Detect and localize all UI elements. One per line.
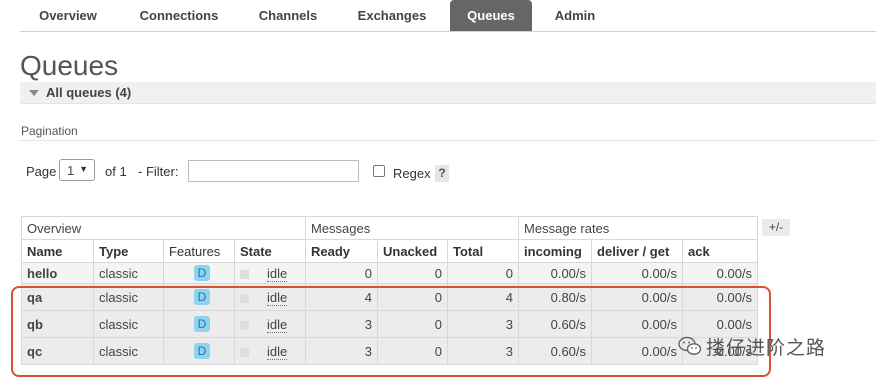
page-count-label: of 1 <box>105 164 127 179</box>
unacked-count: 0 <box>377 283 448 311</box>
filter-label: - Filter: <box>138 164 179 179</box>
ready-count: 0 <box>305 262 378 284</box>
state-cell: idle <box>234 283 306 311</box>
ack-rate: 0.00/s <box>682 283 759 311</box>
ack-rate: 0.00/s <box>682 337 759 365</box>
state-cell: idle <box>234 262 306 284</box>
tab-exchanges[interactable]: Exchanges <box>342 0 442 31</box>
state-text: idle <box>267 265 288 282</box>
queue-type: classic <box>93 283 164 311</box>
durable-badge: D <box>194 265 210 281</box>
regex-label: Regex <box>393 166 431 181</box>
queue-name-link[interactable]: qc <box>21 337 94 365</box>
features-cell: D <box>163 283 235 311</box>
tab-connections[interactable]: Connections <box>124 0 234 31</box>
chevron-down-icon: ▼ <box>79 164 88 174</box>
features-cell: D <box>163 262 235 284</box>
ready-count: 3 <box>305 337 378 365</box>
columns-toggle-button[interactable]: +/- <box>762 219 790 236</box>
queues-table: Overview Messages Message rates Name Typ… <box>21 216 759 365</box>
unacked-count: 0 <box>377 262 448 284</box>
collapse-triangle-icon <box>29 90 39 96</box>
section-label: All queues (4) <box>46 85 132 100</box>
ack-rate: 0.00/s <box>682 310 759 338</box>
state-indicator-icon <box>240 293 249 303</box>
incoming-rate: 0.00/s <box>518 262 593 284</box>
queue-name-link[interactable]: qb <box>21 310 94 338</box>
group-message-rates: Message rates <box>518 216 759 240</box>
col-unacked[interactable]: Unacked <box>377 239 448 263</box>
tab-channels[interactable]: Channels <box>244 0 332 31</box>
pagination-controls: Page 1 ▼ of 1 - Filter: Regex ? <box>0 158 876 184</box>
page-select[interactable]: 1 ▼ <box>59 159 95 181</box>
incoming-rate: 0.60/s <box>518 337 593 365</box>
pagination-heading: Pagination <box>21 124 78 138</box>
queue-type: classic <box>93 310 164 338</box>
ready-count: 4 <box>305 283 378 311</box>
ready-count: 3 <box>305 310 378 338</box>
help-button[interactable]: ? <box>435 165 449 182</box>
incoming-rate: 0.80/s <box>518 283 593 311</box>
col-ack[interactable]: ack <box>682 239 759 263</box>
nav-divider <box>20 31 876 32</box>
filter-input[interactable] <box>188 160 359 182</box>
regex-checkbox[interactable] <box>373 165 385 177</box>
state-indicator-icon <box>240 320 249 330</box>
durable-badge: D <box>194 316 210 332</box>
col-deliver-get[interactable]: deliver / get <box>591 239 684 263</box>
queue-name-link[interactable]: qa <box>21 283 94 311</box>
tab-admin[interactable]: Admin <box>542 0 608 31</box>
page-select-value: 1 <box>67 163 75 178</box>
tab-overview[interactable]: Overview <box>22 0 114 31</box>
col-name[interactable]: Name <box>21 239 94 263</box>
ack-rate: 0.00/s <box>682 262 759 284</box>
col-state[interactable]: State <box>234 239 306 263</box>
column-group-row: Overview Messages Message rates <box>21 216 759 240</box>
group-messages: Messages <box>304 216 520 240</box>
queue-name-link[interactable]: hello <box>21 262 94 284</box>
deliver-get-rate: 0.00/s <box>591 262 684 284</box>
col-features[interactable]: Features <box>163 239 235 263</box>
state-text: idle <box>267 316 288 333</box>
total-count: 3 <box>446 310 520 338</box>
page-label: Page <box>26 164 57 179</box>
group-overview: Overview <box>21 216 306 240</box>
table-row[interactable]: qb classic D idle 3 0 3 0.60/s 0.00/s 0.… <box>21 310 759 338</box>
queue-type: classic <box>93 262 164 284</box>
incoming-rate: 0.60/s <box>518 310 593 338</box>
table-row[interactable]: hello classic D idle 0 0 0 0.00/s 0.00/s… <box>21 262 759 284</box>
state-cell: idle <box>234 310 306 338</box>
all-queues-section-toggle[interactable]: All queues (4) <box>20 82 876 104</box>
page-title: Queues <box>20 50 119 81</box>
state-cell: idle <box>234 337 306 365</box>
main-nav: Overview Connections Channels Exchanges … <box>0 0 876 32</box>
col-type[interactable]: Type <box>93 239 164 263</box>
unacked-count: 0 <box>377 337 448 365</box>
deliver-get-rate: 0.00/s <box>591 310 684 338</box>
deliver-get-rate: 0.00/s <box>591 283 684 311</box>
state-text: idle <box>267 289 288 306</box>
state-indicator-icon <box>240 269 249 279</box>
queue-type: classic <box>93 337 164 365</box>
table-row[interactable]: qa classic D idle 4 0 4 0.80/s 0.00/s 0.… <box>21 283 759 311</box>
pagination-divider <box>20 140 876 141</box>
total-count: 0 <box>446 262 520 284</box>
unacked-count: 0 <box>377 310 448 338</box>
state-text: idle <box>267 343 288 360</box>
features-cell: D <box>163 337 235 365</box>
total-count: 3 <box>446 337 520 365</box>
durable-badge: D <box>194 289 210 305</box>
table-row[interactable]: qc classic D idle 3 0 3 0.60/s 0.00/s 0.… <box>21 337 759 365</box>
durable-badge: D <box>194 343 210 359</box>
features-cell: D <box>163 310 235 338</box>
header-row: Name Type Features State Ready Unacked T… <box>21 239 759 263</box>
state-indicator-icon <box>240 347 249 357</box>
col-incoming[interactable]: incoming <box>518 239 593 263</box>
tab-queues[interactable]: Queues <box>450 0 532 31</box>
total-count: 4 <box>446 283 520 311</box>
deliver-get-rate: 0.00/s <box>591 337 684 365</box>
col-ready[interactable]: Ready <box>305 239 378 263</box>
col-total[interactable]: Total <box>446 239 520 263</box>
